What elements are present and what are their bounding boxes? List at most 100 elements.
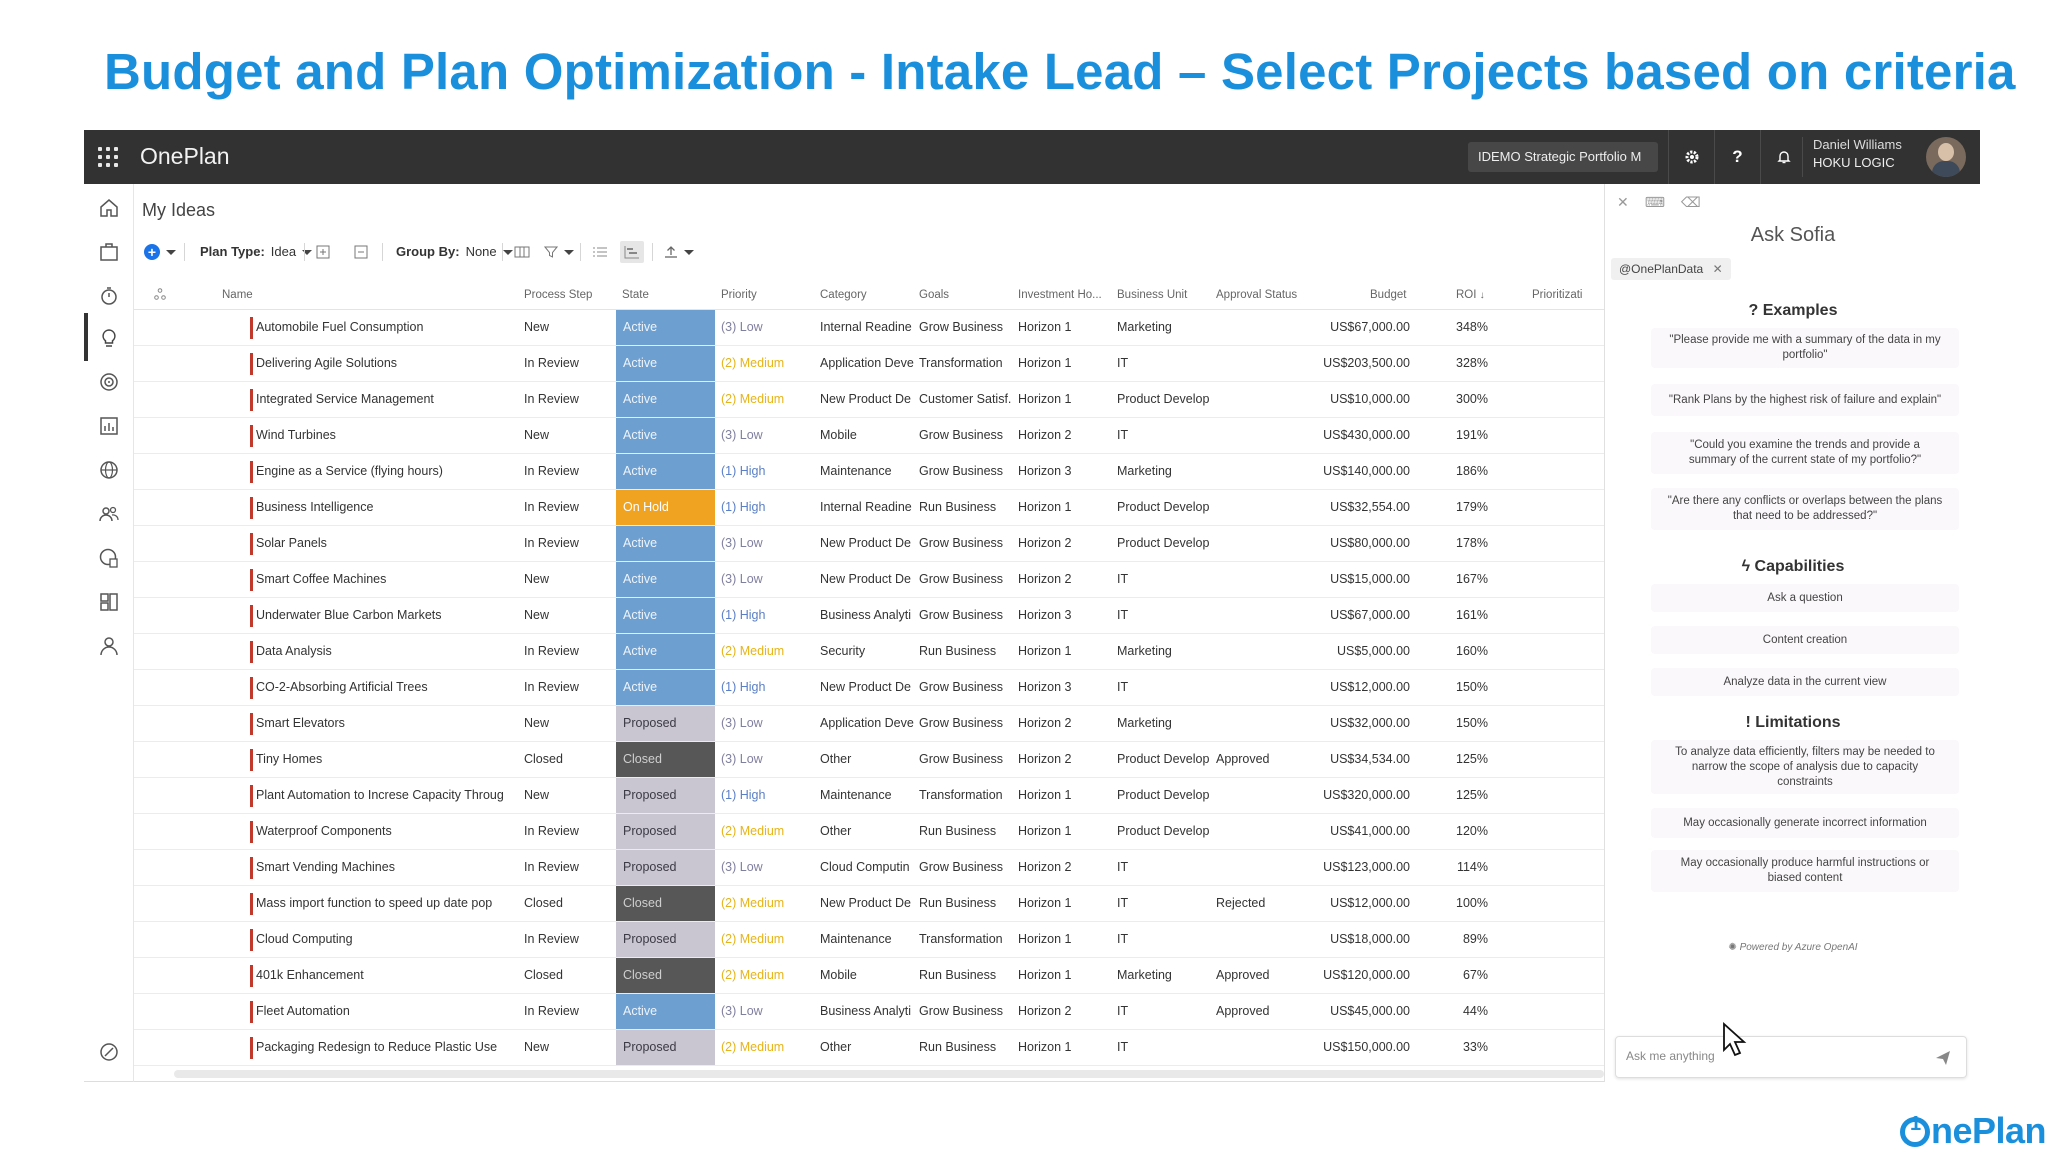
table-row[interactable]: Closed 401k Enhancement Closed (2) Medium Mo… [134, 958, 1604, 994]
nav-timesheets[interactable] [93, 280, 125, 312]
cell-name[interactable]: Cloud Computing [256, 922, 550, 957]
table-row[interactable]: Active Data Analysis In Review (2) Medium Se… [134, 634, 1604, 670]
portfolio-selector[interactable]: IDEMO Strategic Portfolio M [1468, 142, 1658, 172]
plan-type-dropdown[interactable]: Plan Type: Idea [200, 241, 313, 263]
gantt-view-button[interactable] [620, 241, 644, 263]
brand-name[interactable]: OnePlan [140, 143, 230, 170]
help-button[interactable]: ? [1714, 130, 1760, 184]
table-row[interactable]: Proposed Packaging Redesign to Reduce Pla… [134, 1030, 1604, 1066]
keyboard-icon[interactable]: ⌨ [1645, 194, 1665, 211]
table-row[interactable]: Active Delivering Agile Solutions In Revie… [134, 346, 1604, 382]
avatar[interactable] [1926, 137, 1966, 177]
cell-name[interactable]: Mass import function to speed up date po… [256, 886, 550, 921]
table-row[interactable]: Proposed Waterproof Components In Review (2… [134, 814, 1604, 850]
table-row[interactable]: Active Smart Coffee Machines New (3) Low New… [134, 562, 1604, 598]
table-row[interactable]: Active Fleet Automation In Review (3) Low Bu… [134, 994, 1604, 1030]
row-indicator [250, 785, 253, 807]
cell-name[interactable]: Delivering Agile Solutions [256, 346, 550, 381]
columns-button[interactable] [514, 241, 530, 263]
cell-name[interactable]: Smart Elevators [256, 706, 550, 741]
cell-name[interactable]: Smart Coffee Machines [256, 562, 550, 597]
example-prompt-1[interactable]: "Please provide me with a summary of the… [1651, 328, 1959, 368]
table-row[interactable]: Active Automobile Fuel Consumption New (3) … [134, 310, 1604, 346]
nav-collapse[interactable] [93, 1036, 125, 1068]
hierarchy-icon[interactable] [154, 288, 166, 303]
cell-name[interactable]: Integrated Service Management [256, 382, 550, 417]
table-row[interactable]: Active CO-2-Absorbing Artificial Trees In … [134, 670, 1604, 706]
col-header-business-unit[interactable]: Business Unit [1117, 289, 1187, 301]
table-row[interactable]: Closed Tiny Homes Closed (3) Low Other Grow B… [134, 742, 1604, 778]
nav-ideas[interactable] [93, 322, 125, 354]
horizontal-scrollbar[interactable] [174, 1070, 1604, 1078]
nav-portfolio[interactable] [93, 542, 125, 574]
table-row[interactable]: Proposed Smart Elevators New (3) Low Applica… [134, 706, 1604, 742]
cell-name[interactable]: 401k Enhancement [256, 958, 550, 993]
table-row[interactable]: Active Integrated Service Management In Re… [134, 382, 1604, 418]
col-header-goals[interactable]: Goals [919, 289, 949, 301]
example-prompt-3[interactable]: "Could you examine the trends and provid… [1651, 432, 1959, 474]
user-account[interactable]: Daniel Williams HOKU LOGIC [1802, 137, 1980, 177]
nav-goals[interactable] [93, 366, 125, 398]
table-row[interactable]: Proposed Smart Vending Machines In Review (… [134, 850, 1604, 886]
filter-button[interactable] [544, 241, 574, 263]
nav-dashboards[interactable] [93, 586, 125, 618]
nav-global[interactable] [93, 454, 125, 486]
col-header-name[interactable]: Name [222, 289, 253, 301]
nav-resources[interactable] [93, 498, 125, 530]
col-header-approval-status[interactable]: Approval Status [1216, 289, 1297, 301]
example-prompt-4[interactable]: "Are there any conflicts or overlaps bet… [1651, 488, 1959, 530]
col-header-investment-horizon[interactable]: Investment Ho... [1018, 289, 1102, 301]
cell-name[interactable]: Packaging Redesign to Reduce Plastic Use [256, 1030, 550, 1065]
nav-projects[interactable] [93, 236, 125, 268]
group-by-dropdown[interactable]: Group By: None [396, 241, 513, 263]
col-header-priority[interactable]: Priority [721, 289, 757, 301]
col-header-prioritization[interactable]: Prioritizati [1532, 289, 1582, 301]
cell-name[interactable]: Automobile Fuel Consumption [256, 310, 550, 345]
table-row[interactable]: Closed Mass import function to speed up d… [134, 886, 1604, 922]
col-header-roi[interactable]: ROI ↓ [1456, 289, 1485, 301]
cell-name[interactable]: Business Intelligence [256, 490, 550, 525]
nav-home[interactable] [93, 192, 125, 224]
data-source-chip[interactable]: @OnePlanData ✕ [1611, 258, 1731, 280]
list-view-button[interactable] [592, 241, 608, 263]
cell-name[interactable]: Solar Panels [256, 526, 550, 561]
col-header-category[interactable]: Category [820, 289, 867, 301]
add-button[interactable]: + [144, 241, 176, 263]
cell-name[interactable]: CO-2-Absorbing Artificial Trees [256, 670, 550, 705]
app-launcher-icon[interactable] [98, 147, 118, 167]
table-row[interactable]: Active Underwater Blue Carbon Markets New (… [134, 598, 1604, 634]
table-row[interactable]: On Hold Business Intelligence In Review (1)… [134, 490, 1604, 526]
send-icon[interactable] [1934, 1049, 1952, 1067]
close-icon[interactable]: ✕ [1617, 194, 1629, 211]
cell-name[interactable]: Waterproof Components [256, 814, 550, 849]
col-header-state[interactable]: State [622, 289, 649, 301]
ask-input[interactable] [1626, 1049, 1916, 1063]
expand-all-button[interactable] [316, 241, 330, 263]
export-button[interactable] [664, 241, 694, 263]
cell-name[interactable]: Engine as a Service (flying hours) [256, 454, 550, 489]
col-header-budget[interactable]: Budget [1370, 289, 1406, 301]
cell-name[interactable]: Data Analysis [256, 634, 550, 669]
cell-name[interactable]: Tiny Homes [256, 742, 550, 777]
nav-profile[interactable] [93, 630, 125, 662]
table-row[interactable]: Active Wind Turbines New (3) Low Mobile Grow … [134, 418, 1604, 454]
table-row[interactable]: Active Solar Panels In Review (3) Low New Pr… [134, 526, 1604, 562]
chip-remove-icon[interactable]: ✕ [1713, 262, 1723, 276]
table-row[interactable]: Proposed Plant Automation to Increse Capa… [134, 778, 1604, 814]
collapse-all-button[interactable] [354, 241, 368, 263]
notifications-button[interactable] [1760, 130, 1806, 184]
cell-name[interactable]: Fleet Automation [256, 994, 550, 1029]
settings-button[interactable] [1668, 130, 1714, 184]
examples-heading-label: Examples [1762, 302, 1838, 319]
table-row[interactable]: Active Engine as a Service (flying hours)… [134, 454, 1604, 490]
cell-name[interactable]: Plant Automation to Increse Capacity Thr… [256, 778, 550, 813]
cell-name[interactable]: Wind Turbines [256, 418, 550, 453]
col-header-process-step[interactable]: Process Step [524, 289, 592, 301]
cell-name[interactable]: Underwater Blue Carbon Markets [256, 598, 550, 633]
eraser-icon[interactable]: ⌫ [1681, 194, 1701, 211]
example-prompt-2[interactable]: "Rank Plans by the highest risk of failu… [1651, 384, 1959, 416]
cell-name[interactable]: Smart Vending Machines [256, 850, 550, 885]
powered-by-label: Powered by Azure OpenAI [1739, 942, 1858, 953]
table-row[interactable]: Proposed Cloud Computing In Review (2) Medi… [134, 922, 1604, 958]
nav-reports[interactable] [93, 410, 125, 442]
